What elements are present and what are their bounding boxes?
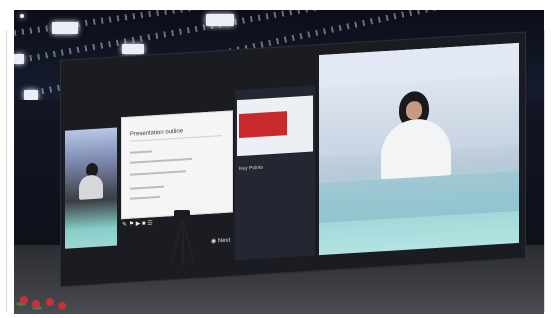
flower [58,302,66,310]
frame-border-left [6,30,7,312]
mid-red-button [239,111,287,139]
slide-line-5 [130,195,160,200]
slide-line-4 [130,185,164,190]
stage-light [52,22,78,34]
tripod-leg [182,220,184,266]
slide-panel: Presentation outline ✎ ⚑ ▶ ■ ☰ [121,110,233,228]
slide-line-2 [130,157,192,164]
slide-line-3 [130,170,186,176]
camera [174,210,190,220]
slide-nav-button: ◉ Next [211,237,231,245]
frame-border-right [544,30,545,312]
stage-light [206,14,234,26]
ceiling-spot [20,14,24,18]
person-body [79,174,103,200]
slide-toolbar: ✎ ⚑ ▶ ■ ☰ [122,220,153,229]
stage-light [122,44,144,54]
flower [20,296,28,304]
stage-light [14,54,24,64]
slide-title: Presentation outline [130,128,184,138]
video-panel-left [65,127,117,249]
led-screen: Presentation outline ✎ ⚑ ▶ ■ ☰ Key Point… [60,31,526,288]
slide-line-1 [130,150,152,154]
photo-frame: Presentation outline ✎ ⚑ ▶ ■ ☰ Key Point… [0,0,551,318]
video-panel-mid: Key Points [235,85,315,261]
stage-light [24,90,38,100]
mid-card [237,95,313,157]
flower-arrangement [14,292,84,314]
mid-footer-label: Key Points [239,164,263,173]
flower [46,298,54,306]
skyline-backdrop [319,170,519,224]
flower [32,300,40,308]
venue-photo: Presentation outline ✎ ⚑ ▶ ■ ☰ Key Point… [14,10,544,314]
video-panel-right [319,42,519,256]
